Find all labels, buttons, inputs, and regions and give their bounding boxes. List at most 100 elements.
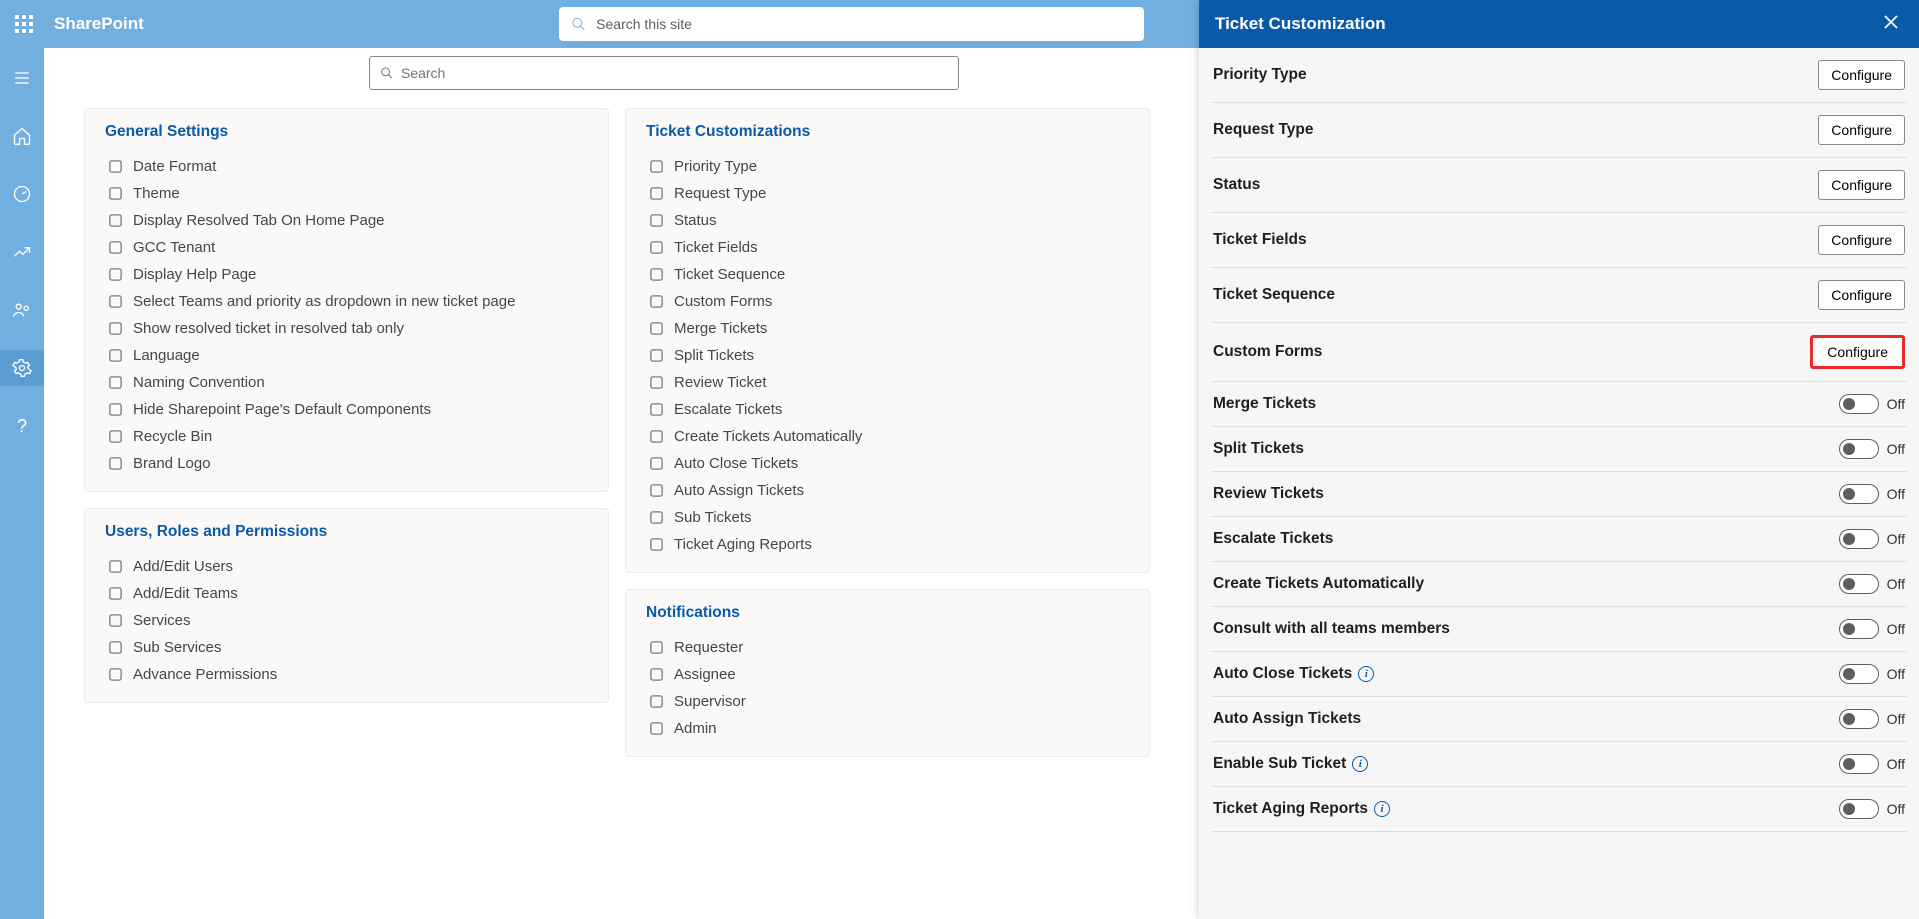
notifications-item[interactable]: Supervisor — [634, 688, 1141, 715]
toggle-switch[interactable] — [1839, 439, 1879, 459]
info-icon[interactable]: i — [1358, 666, 1374, 682]
toggle-state-label: Off — [1887, 756, 1905, 772]
ticket-item[interactable]: Auto Close Tickets — [634, 450, 1141, 477]
notifications-item[interactable]: Requester — [634, 634, 1141, 661]
ticket-item[interactable]: Priority Type — [634, 153, 1141, 180]
item-label: Requester — [674, 639, 743, 656]
users-item[interactable]: Sub Services — [93, 634, 600, 661]
item-icon — [648, 640, 664, 656]
notifications-item[interactable]: Assignee — [634, 661, 1141, 688]
panel-config-row: Ticket Fields Configure — [1211, 213, 1907, 268]
row-label: Ticket Fields — [1213, 231, 1307, 249]
info-icon[interactable]: i — [1352, 756, 1368, 772]
item-icon — [107, 667, 123, 683]
item-label: Ticket Aging Reports — [674, 536, 812, 553]
configure-button[interactable]: Configure — [1818, 280, 1905, 310]
toggle-switch[interactable] — [1839, 799, 1879, 819]
rail-settings-icon[interactable] — [0, 350, 44, 386]
general-item[interactable]: GCC Tenant — [93, 234, 600, 261]
item-label: Advance Permissions — [133, 666, 277, 683]
card-general-settings: General Settings Date FormatThemeDisplay… — [84, 108, 609, 492]
general-item[interactable]: Brand Logo — [93, 450, 600, 477]
ticket-item[interactable]: Split Tickets — [634, 342, 1141, 369]
item-icon — [107, 375, 123, 391]
item-icon — [107, 586, 123, 602]
general-item[interactable]: Show resolved ticket in resolved tab onl… — [93, 315, 600, 342]
configure-button[interactable]: Configure — [1818, 170, 1905, 200]
item-icon — [107, 429, 123, 445]
general-item[interactable]: Recycle Bin — [93, 423, 600, 450]
general-item[interactable]: Naming Convention — [93, 369, 600, 396]
general-item[interactable]: Language — [93, 342, 600, 369]
item-label: Escalate Tickets — [674, 401, 782, 418]
ticket-item[interactable]: Escalate Tickets — [634, 396, 1141, 423]
configure-button[interactable]: Configure — [1818, 60, 1905, 90]
ticket-item[interactable]: Sub Tickets — [634, 504, 1141, 531]
ticket-item[interactable]: Review Ticket — [634, 369, 1141, 396]
item-icon — [648, 667, 664, 683]
configure-button[interactable]: Configure — [1818, 115, 1905, 145]
site-search-input[interactable] — [596, 16, 1132, 32]
users-item[interactable]: Add/Edit Teams — [93, 580, 600, 607]
rail-reports-icon[interactable] — [0, 234, 44, 270]
panel-config-row: StatusConfigure — [1211, 158, 1907, 213]
toggle-switch[interactable] — [1839, 574, 1879, 594]
ticket-item[interactable]: Custom Forms — [634, 288, 1141, 315]
ticket-item[interactable]: Ticket Aging Reports — [634, 531, 1141, 558]
toggle-switch[interactable] — [1839, 484, 1879, 504]
item-label: Admin — [674, 720, 717, 737]
rail-menu-icon[interactable] — [0, 60, 44, 96]
users-item[interactable]: Add/Edit Users — [93, 553, 600, 580]
users-item[interactable]: Advance Permissions — [93, 661, 600, 688]
general-item[interactable]: Date Format — [93, 153, 600, 180]
panel-config-row: Custom FormsConfigure — [1211, 323, 1907, 382]
close-icon[interactable] — [1883, 14, 1903, 34]
general-item[interactable]: Display Help Page — [93, 261, 600, 288]
settings-search-input[interactable] — [401, 65, 948, 81]
users-item[interactable]: Services — [93, 607, 600, 634]
ticket-item[interactable]: Create Tickets Automatically — [634, 423, 1141, 450]
general-item[interactable]: Hide Sharepoint Page's Default Component… — [93, 396, 600, 423]
item-icon — [648, 694, 664, 710]
card-users-roles: Users, Roles and Permissions Add/Edit Us… — [84, 508, 609, 703]
ticket-item[interactable]: Request Type — [634, 180, 1141, 207]
toggle-switch[interactable] — [1839, 664, 1879, 684]
app-launcher-icon[interactable] — [0, 0, 48, 48]
ticket-item[interactable]: Status — [634, 207, 1141, 234]
toggle-switch[interactable] — [1839, 754, 1879, 774]
notifications-item[interactable]: Admin — [634, 715, 1141, 742]
configure-button[interactable]: Configure — [1810, 335, 1905, 369]
item-label: Recycle Bin — [133, 428, 212, 445]
ticket-item[interactable]: Merge Tickets — [634, 315, 1141, 342]
configure-button[interactable]: Configure — [1818, 225, 1905, 255]
item-label: Assignee — [674, 666, 736, 683]
general-item[interactable]: Select Teams and priority as dropdown in… — [93, 288, 600, 315]
item-label: Auto Assign Tickets — [674, 482, 804, 499]
rail-home-icon[interactable] — [0, 118, 44, 154]
card-title: Users, Roles and Permissions — [85, 509, 608, 549]
rail-dashboard-icon[interactable] — [0, 176, 44, 212]
toggle-switch[interactable] — [1839, 394, 1879, 414]
panel-toggle-row: Consult with all teams membersOff — [1211, 607, 1907, 652]
rail-help-icon[interactable]: ? — [0, 408, 44, 444]
general-item[interactable]: Display Resolved Tab On Home Page — [93, 207, 600, 234]
site-search[interactable] — [559, 7, 1144, 41]
toggle-switch[interactable] — [1839, 529, 1879, 549]
item-label: Supervisor — [674, 693, 746, 710]
item-icon — [648, 186, 664, 202]
item-label: Add/Edit Teams — [133, 585, 238, 602]
item-icon — [107, 294, 123, 310]
rail-users-icon[interactable] — [0, 292, 44, 328]
brand-label: SharePoint — [54, 14, 144, 34]
settings-search[interactable] — [369, 56, 959, 90]
item-icon — [648, 321, 664, 337]
panel-toggle-row: Auto Assign TicketsOff — [1211, 697, 1907, 742]
general-item[interactable]: Theme — [93, 180, 600, 207]
card-title: Ticket Customizations — [626, 109, 1149, 149]
ticket-item[interactable]: Ticket Sequence — [634, 261, 1141, 288]
toggle-switch[interactable] — [1839, 709, 1879, 729]
ticket-item[interactable]: Auto Assign Tickets — [634, 477, 1141, 504]
info-icon[interactable]: i — [1374, 801, 1390, 817]
ticket-item[interactable]: Ticket Fields — [634, 234, 1141, 261]
toggle-switch[interactable] — [1839, 619, 1879, 639]
